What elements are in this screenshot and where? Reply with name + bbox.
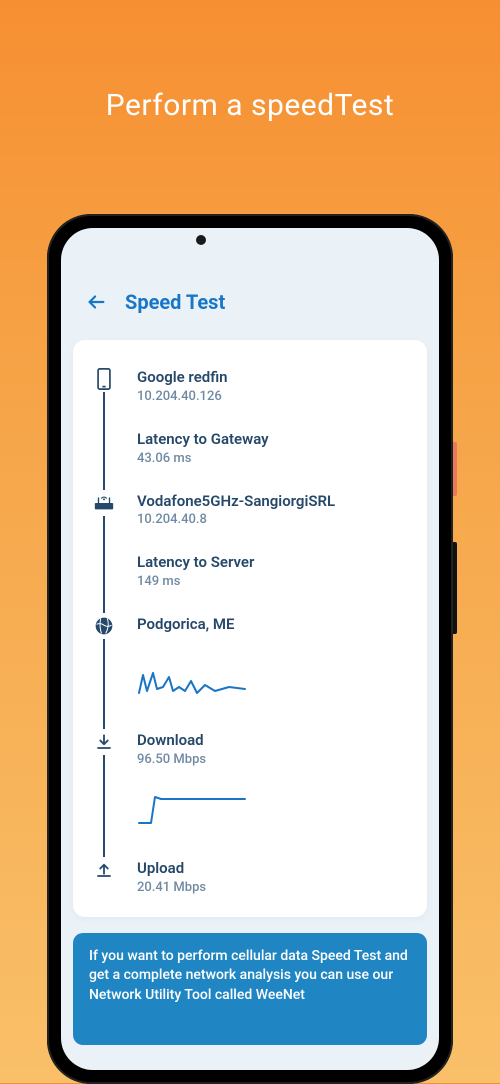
upload-icon bbox=[91, 857, 117, 883]
phone-screen: Speed Test Google redfin 10.204.40.126 bbox=[61, 228, 439, 1070]
latency-gateway-row: Latency to Gateway 43.06 ms bbox=[91, 428, 409, 466]
latency-gateway-value: 43.06 ms bbox=[137, 451, 409, 466]
device-row: Google redfin 10.204.40.126 bbox=[91, 366, 409, 404]
phone-icon bbox=[91, 366, 117, 392]
device-name: Google redfin bbox=[137, 368, 409, 387]
router-icon bbox=[91, 490, 117, 516]
device-ip: 10.204.40.126 bbox=[137, 389, 409, 404]
latency-server-row: Latency to Server 149 ms bbox=[91, 551, 409, 589]
download-label: Download bbox=[137, 731, 409, 750]
page-title: Speed Test bbox=[125, 290, 225, 314]
latency-server-value: 149 ms bbox=[137, 574, 409, 589]
router-row: Vodafone5GHz-SangiorgiSRL 10.204.40.8 bbox=[91, 490, 409, 528]
latency-gateway-label: Latency to Gateway bbox=[137, 430, 409, 449]
phone-side-button-power bbox=[453, 542, 457, 634]
download-icon bbox=[91, 729, 117, 755]
page-headline: Perform a speedTest bbox=[0, 88, 500, 123]
results-timeline: Google redfin 10.204.40.126 Latency to G… bbox=[91, 366, 409, 895]
server-row: Podgorica, ME bbox=[91, 613, 409, 639]
back-button[interactable] bbox=[85, 291, 107, 313]
upload-graph-row bbox=[91, 791, 409, 833]
upload-value: 20.41 Mbps bbox=[137, 880, 409, 895]
phone-frame: Speed Test Google redfin 10.204.40.126 bbox=[47, 214, 453, 1084]
router-ssid: Vodafone5GHz-SangiorgiSRL bbox=[137, 492, 409, 511]
tip-banner[interactable]: If you want to perform cellular data Spe… bbox=[73, 933, 427, 1046]
results-card: Google redfin 10.204.40.126 Latency to G… bbox=[73, 340, 427, 917]
latency-server-label: Latency to Server bbox=[137, 553, 409, 572]
router-ip: 10.204.40.8 bbox=[137, 512, 409, 527]
globe-icon bbox=[91, 613, 117, 639]
download-value: 96.50 Mbps bbox=[137, 752, 409, 767]
phone-side-button-accent bbox=[453, 442, 457, 496]
upload-graph bbox=[137, 791, 257, 829]
arrow-left-icon bbox=[85, 291, 107, 313]
app-header: Speed Test bbox=[61, 268, 439, 328]
server-location: Podgorica, ME bbox=[137, 615, 409, 634]
download-graph bbox=[137, 663, 257, 701]
download-row: Download 96.50 Mbps bbox=[91, 729, 409, 767]
download-graph-row bbox=[91, 663, 409, 705]
upload-row: Upload 20.41 Mbps bbox=[91, 857, 409, 895]
upload-label: Upload bbox=[137, 859, 409, 878]
